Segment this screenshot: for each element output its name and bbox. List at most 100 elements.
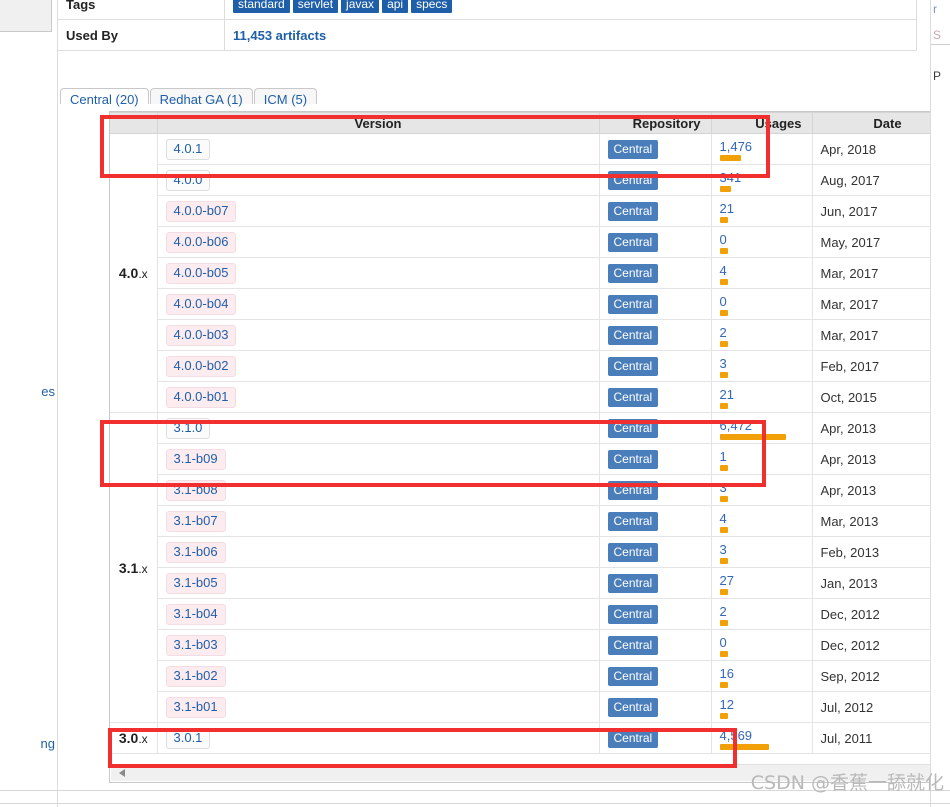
usages-count-link[interactable]: 6,472 <box>720 418 804 433</box>
table-row: 4.0.0-b03 Central 2 Mar, 2017 <box>110 319 930 351</box>
version-link[interactable]: 3.1-b09 <box>165 448 226 470</box>
repository-badge[interactable]: Central <box>607 170 659 190</box>
usages-bar <box>719 588 728 595</box>
repository-badge[interactable]: Central <box>607 294 659 314</box>
repository-badge[interactable]: Central <box>607 573 659 593</box>
usages-count-link[interactable]: 27 <box>720 573 804 588</box>
version-link[interactable]: 3.1-b06 <box>165 541 226 563</box>
repository-cell: Central <box>598 257 712 289</box>
repository-badge[interactable]: Central <box>607 387 659 407</box>
column-header-date[interactable]: Date <box>811 112 930 134</box>
column-header-version[interactable]: Version <box>156 112 600 134</box>
usages-cell: 341 <box>710 164 813 196</box>
repository-badge[interactable]: Central <box>607 480 659 500</box>
column-header-usages[interactable]: Usages <box>710 112 813 134</box>
tag-chip[interactable]: standard <box>233 0 290 13</box>
usages-count-link[interactable]: 4 <box>720 263 804 278</box>
version-link[interactable]: 3.1-b07 <box>165 510 226 532</box>
usages-count-link[interactable]: 16 <box>720 666 804 681</box>
repository-tabs[interactable]: Central (20) Redhat GA (1) ICM (5) <box>60 88 922 112</box>
tab-central-20[interactable]: Central (20) <box>60 88 149 107</box>
version-link[interactable]: 4.0.1 <box>165 138 211 160</box>
usages-count-link[interactable]: 2 <box>720 604 804 619</box>
tag-chip[interactable]: api <box>382 0 409 13</box>
usages-count-link[interactable]: 1 <box>720 449 804 464</box>
version-link[interactable]: 3.1-b08 <box>165 479 226 501</box>
usages-count-link[interactable]: 1,476 <box>720 139 804 154</box>
usages-cell: 1,476 <box>710 133 813 165</box>
repository-badge[interactable]: Central <box>607 604 659 624</box>
repository-badge[interactable]: Central <box>607 325 659 345</box>
repository-badge[interactable]: Central <box>607 697 659 717</box>
tag-chip[interactable]: javax <box>341 0 380 13</box>
info-row-label: Used By <box>57 19 225 51</box>
clipped-divider <box>931 44 950 45</box>
version-link[interactable]: 3.1-b02 <box>165 665 226 687</box>
scroll-left-arrow-icon[interactable] <box>119 769 125 777</box>
version-link[interactable]: 4.0.0-b02 <box>165 355 237 377</box>
usages-count-link[interactable]: 12 <box>720 697 804 712</box>
usages-count-link[interactable]: 21 <box>720 201 804 216</box>
usages-cell: 2 <box>710 319 813 351</box>
version-link[interactable]: 4.0.0-b03 <box>165 324 237 346</box>
table-row: 3.1-b03 Central 0 Dec, 2012 <box>110 629 930 661</box>
usages-wrapper: 27 <box>719 572 804 595</box>
clipped-sidebar-link[interactable]: es <box>41 384 55 399</box>
tab-icm-5[interactable]: ICM (5) <box>253 88 318 107</box>
repository-badge[interactable]: Central <box>607 635 659 655</box>
versions-header-row: Version Repository Usages Date <box>110 112 930 134</box>
version-link[interactable]: 3.1.0 <box>165 417 211 439</box>
version-link[interactable]: 4.0.0 <box>165 169 211 191</box>
version-link[interactable]: 3.1-b05 <box>165 572 226 594</box>
usages-bar <box>719 495 728 502</box>
repository-badge[interactable]: Central <box>607 201 659 221</box>
usages-count-link[interactable]: 4,569 <box>720 728 804 743</box>
repository-badge[interactable]: Central <box>607 511 659 531</box>
usages-count-link[interactable]: 0 <box>720 294 804 309</box>
repository-badge[interactable]: Central <box>607 232 659 252</box>
date-cell: Feb, 2013 <box>811 536 930 568</box>
used-by-link[interactable]: 11,453 artifacts <box>233 28 326 43</box>
usages-count-link[interactable]: 0 <box>720 635 804 650</box>
repository-badge[interactable]: Central <box>607 449 659 469</box>
tag-chip[interactable]: servlet <box>292 0 339 13</box>
usages-count-link[interactable]: 21 <box>720 387 804 402</box>
version-cell: 4.0.0-b07 <box>156 195 600 227</box>
usages-count-link[interactable]: 2 <box>720 325 804 340</box>
version-link[interactable]: 4.0.0-b07 <box>165 200 237 222</box>
repository-badge[interactable]: Central <box>607 356 659 376</box>
usages-count-link[interactable]: 341 <box>720 170 804 185</box>
main-content: Tags standard servlet javax api specs Used By 1… <box>57 0 930 807</box>
repository-badge[interactable]: Central <box>607 666 659 686</box>
date-cell: Jul, 2012 <box>811 691 930 723</box>
version-link[interactable]: 3.1-b04 <box>165 603 226 625</box>
usages-cell: 27 <box>710 567 813 599</box>
version-link[interactable]: 3.1-b01 <box>165 696 226 718</box>
repository-badge[interactable]: Central <box>607 542 659 562</box>
version-link[interactable]: 3.0.1 <box>165 727 211 749</box>
usages-cell: 21 <box>710 195 813 227</box>
repository-cell: Central <box>598 164 712 196</box>
usages-bar <box>719 247 728 254</box>
repository-badge[interactable]: Central <box>607 139 659 159</box>
usages-count-link[interactable]: 3 <box>720 356 804 371</box>
repository-badge[interactable]: Central <box>607 263 659 283</box>
column-header-repository[interactable]: Repository <box>598 112 712 134</box>
repository-badge[interactable]: Central <box>607 418 659 438</box>
usages-count-link[interactable]: 4 <box>720 511 804 526</box>
tag-chip[interactable]: specs <box>411 0 453 13</box>
version-link[interactable]: 4.0.0-b04 <box>165 293 237 315</box>
usages-count-link[interactable]: 3 <box>720 480 804 495</box>
version-link[interactable]: 4.0.0-b01 <box>165 386 237 408</box>
usages-bar <box>719 402 728 409</box>
usages-bar <box>719 712 728 719</box>
tab-redhat-ga-1[interactable]: Redhat GA (1) <box>149 88 253 107</box>
clipped-sidebar-link[interactable]: ng <box>41 736 55 751</box>
version-link[interactable]: 4.0.0-b06 <box>165 231 237 253</box>
version-link[interactable]: 3.1-b03 <box>165 634 226 656</box>
usages-count-link[interactable]: 0 <box>720 232 804 247</box>
usages-count-link[interactable]: 3 <box>720 542 804 557</box>
repository-badge[interactable]: Central <box>607 728 659 748</box>
version-link[interactable]: 4.0.0-b05 <box>165 262 237 284</box>
usages-bar <box>719 154 741 161</box>
